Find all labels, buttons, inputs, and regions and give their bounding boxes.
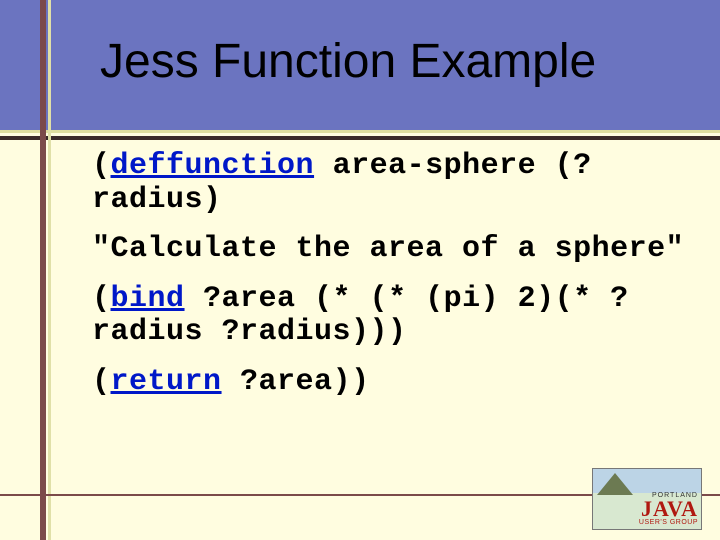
- divider-light: [0, 130, 720, 133]
- code-line-2: "Calculate the area of a sphere": [92, 233, 692, 267]
- slide-title: Jess Function Example: [100, 34, 700, 89]
- logo-big-text: JAVA: [596, 499, 698, 519]
- portland-java-logo: PORTLAND JAVA USER'S GROUP: [592, 468, 702, 530]
- code-block: (deffunction area-sphere (?radius) "Calc…: [92, 150, 692, 416]
- code-text: ?area)): [222, 365, 370, 399]
- divider-dark: [0, 136, 720, 140]
- slide: Jess Function Example (deffunction area-…: [0, 0, 720, 540]
- vertical-rule-dark: [40, 0, 46, 540]
- keyword-bind: bind: [111, 282, 185, 316]
- mountain-icon: [597, 473, 633, 495]
- keyword-deffunction: deffunction: [111, 149, 315, 183]
- code-line-1: (deffunction area-sphere (?radius): [92, 150, 692, 217]
- code-line-4: (return ?area)): [92, 366, 692, 400]
- code-line-3: (bind ?area (* (* (pi) 2)(* ?radius ?rad…: [92, 283, 692, 350]
- keyword-return: return: [111, 365, 222, 399]
- logo-sub-text: USER'S GROUP: [596, 519, 698, 526]
- vertical-rule-light: [48, 0, 51, 540]
